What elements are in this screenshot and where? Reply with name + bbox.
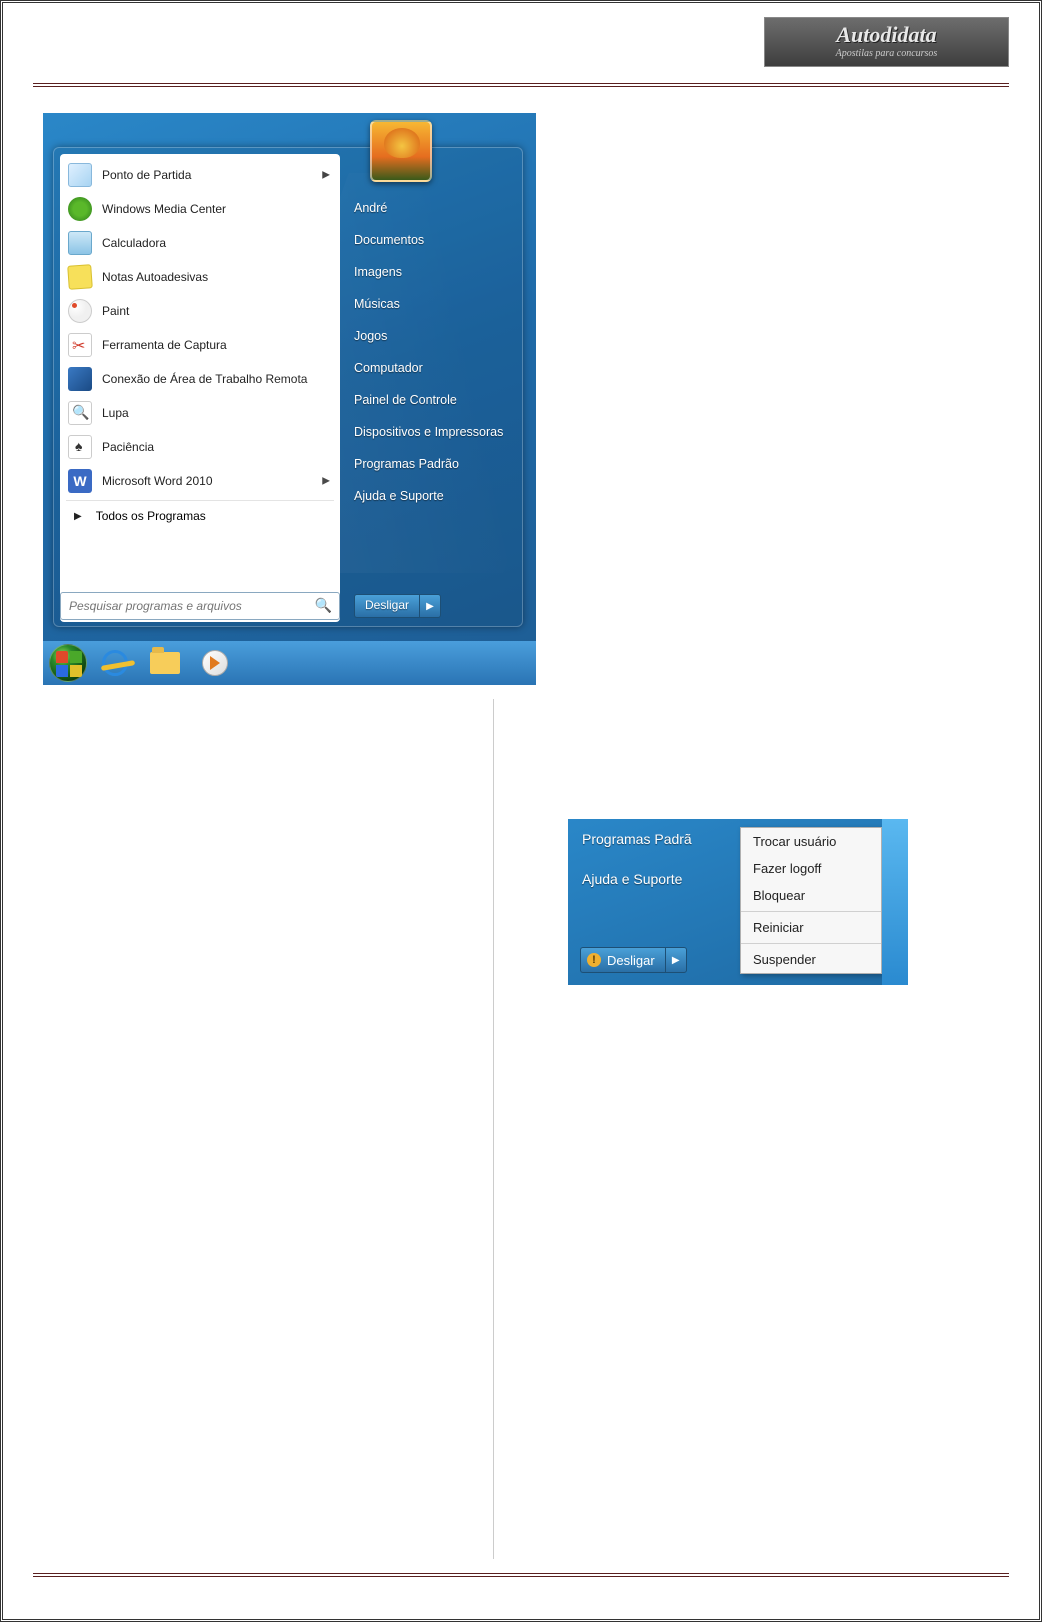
menu-reiniciar[interactable]: Reiniciar (741, 914, 881, 941)
search-row: 🔍 (60, 592, 340, 620)
remote-desktop-icon (68, 367, 92, 391)
start-menu-programs-column: Ponto de Partida ▶ Windows Media Center … (60, 154, 340, 622)
place-user[interactable]: André (350, 192, 518, 224)
search-input[interactable] (60, 592, 340, 620)
start-menu-places-column: André Documentos Imagens Músicas Jogos C… (350, 192, 518, 512)
place-documentos[interactable]: Documentos (350, 224, 518, 256)
search-icon: 🔍 (315, 597, 332, 614)
calculator-icon (68, 231, 92, 255)
taskbar (43, 641, 536, 685)
magnifier-icon (68, 401, 92, 425)
taskbar-file-explorer[interactable] (143, 646, 187, 680)
media-center-icon (68, 197, 92, 221)
program-paciencia[interactable]: Paciência (60, 430, 340, 464)
start-menu-screenshot: Ponto de Partida ▶ Windows Media Center … (43, 113, 536, 685)
shutdown-options-arrow-2[interactable]: ▶ (665, 947, 687, 973)
menu-fazer-logoff[interactable]: Fazer logoff (741, 855, 881, 882)
place-ajuda-suporte[interactable]: Ajuda e Suporte (350, 480, 518, 512)
shutdown-button[interactable]: Desligar (354, 594, 419, 618)
divider (66, 500, 334, 501)
shutdown-options-screenshot: Programas Padrã Ajuda e Suporte ! Deslig… (568, 819, 908, 985)
all-programs-arrow-icon: ▶ (74, 511, 82, 522)
program-lupa[interactable]: Lupa (60, 396, 340, 430)
program-microsoft-word-2010[interactable]: W Microsoft Word 2010 ▶ (60, 464, 340, 498)
shutdown-button-2[interactable]: ! Desligar (580, 947, 665, 973)
column-divider (493, 699, 494, 1559)
menu-bloquear[interactable]: Bloquear (741, 882, 881, 909)
program-calculadora[interactable]: Calculadora (60, 226, 340, 260)
place-imagens[interactable]: Imagens (350, 256, 518, 288)
user-avatar-icon (370, 120, 432, 182)
all-programs-button[interactable]: ▶ Todos os Programas (60, 503, 340, 529)
brand-logo: Autodidata Apostilas para concursos (764, 17, 1009, 67)
document-page: Autodidata Apostilas para concursos Pont… (0, 0, 1042, 1622)
shutdown-context-menu: Trocar usuário Fazer logoff Bloquear Rei… (740, 827, 882, 974)
place-jogos[interactable]: Jogos (350, 320, 518, 352)
update-pending-icon: ! (587, 953, 601, 967)
program-notas-autoadesivas[interactable]: Notas Autoadesivas (60, 260, 340, 294)
paint-icon (68, 299, 92, 323)
place-computador[interactable]: Computador (350, 352, 518, 384)
menu-separator (741, 911, 881, 912)
sticky-notes-icon (67, 264, 93, 290)
submenu-arrow-icon: ▶ (322, 476, 330, 487)
program-paint[interactable]: Paint (60, 294, 340, 328)
taskbar-internet-explorer[interactable] (93, 646, 137, 680)
start-menu-panel: Ponto de Partida ▶ Windows Media Center … (53, 147, 523, 627)
place-dispositivos-impressoras[interactable]: Dispositivos e Impressoras (350, 416, 518, 448)
brand-title: Autodidata (765, 22, 1008, 48)
word-icon: W (68, 469, 92, 493)
program-ferramenta-de-captura[interactable]: Ferramenta de Captura (60, 328, 340, 362)
place-painel-de-controle[interactable]: Painel de Controle (350, 384, 518, 416)
start-orb-icon[interactable] (49, 644, 87, 682)
place-programas-padrao[interactable]: Programas Padrão (350, 448, 518, 480)
shutdown-split-button-2: ! Desligar ▶ (580, 947, 687, 973)
taskbar-media-player[interactable] (193, 646, 237, 680)
horizontal-rule-bottom (33, 1573, 1009, 1577)
getting-started-icon (68, 163, 92, 187)
place-musicas[interactable]: Músicas (350, 288, 518, 320)
menu-suspender[interactable]: Suspender (741, 946, 881, 973)
menu-trocar-usuario[interactable]: Trocar usuário (741, 828, 881, 855)
brand-subtitle: Apostilas para concursos (765, 48, 1008, 59)
horizontal-rule-top (33, 83, 1009, 87)
menu-separator (741, 943, 881, 944)
snipping-tool-icon (68, 333, 92, 357)
program-windows-media-center[interactable]: Windows Media Center (60, 192, 340, 226)
shutdown-options-arrow[interactable]: ▶ (419, 594, 441, 618)
shutdown-split-button: Desligar ▶ (354, 594, 441, 618)
program-ponto-de-partida[interactable]: Ponto de Partida ▶ (60, 158, 340, 192)
submenu-arrow-icon: ▶ (322, 170, 330, 181)
solitaire-icon (68, 435, 92, 459)
program-conexao-area-trabalho-remota[interactable]: Conexão de Área de Trabalho Remota (60, 362, 340, 396)
